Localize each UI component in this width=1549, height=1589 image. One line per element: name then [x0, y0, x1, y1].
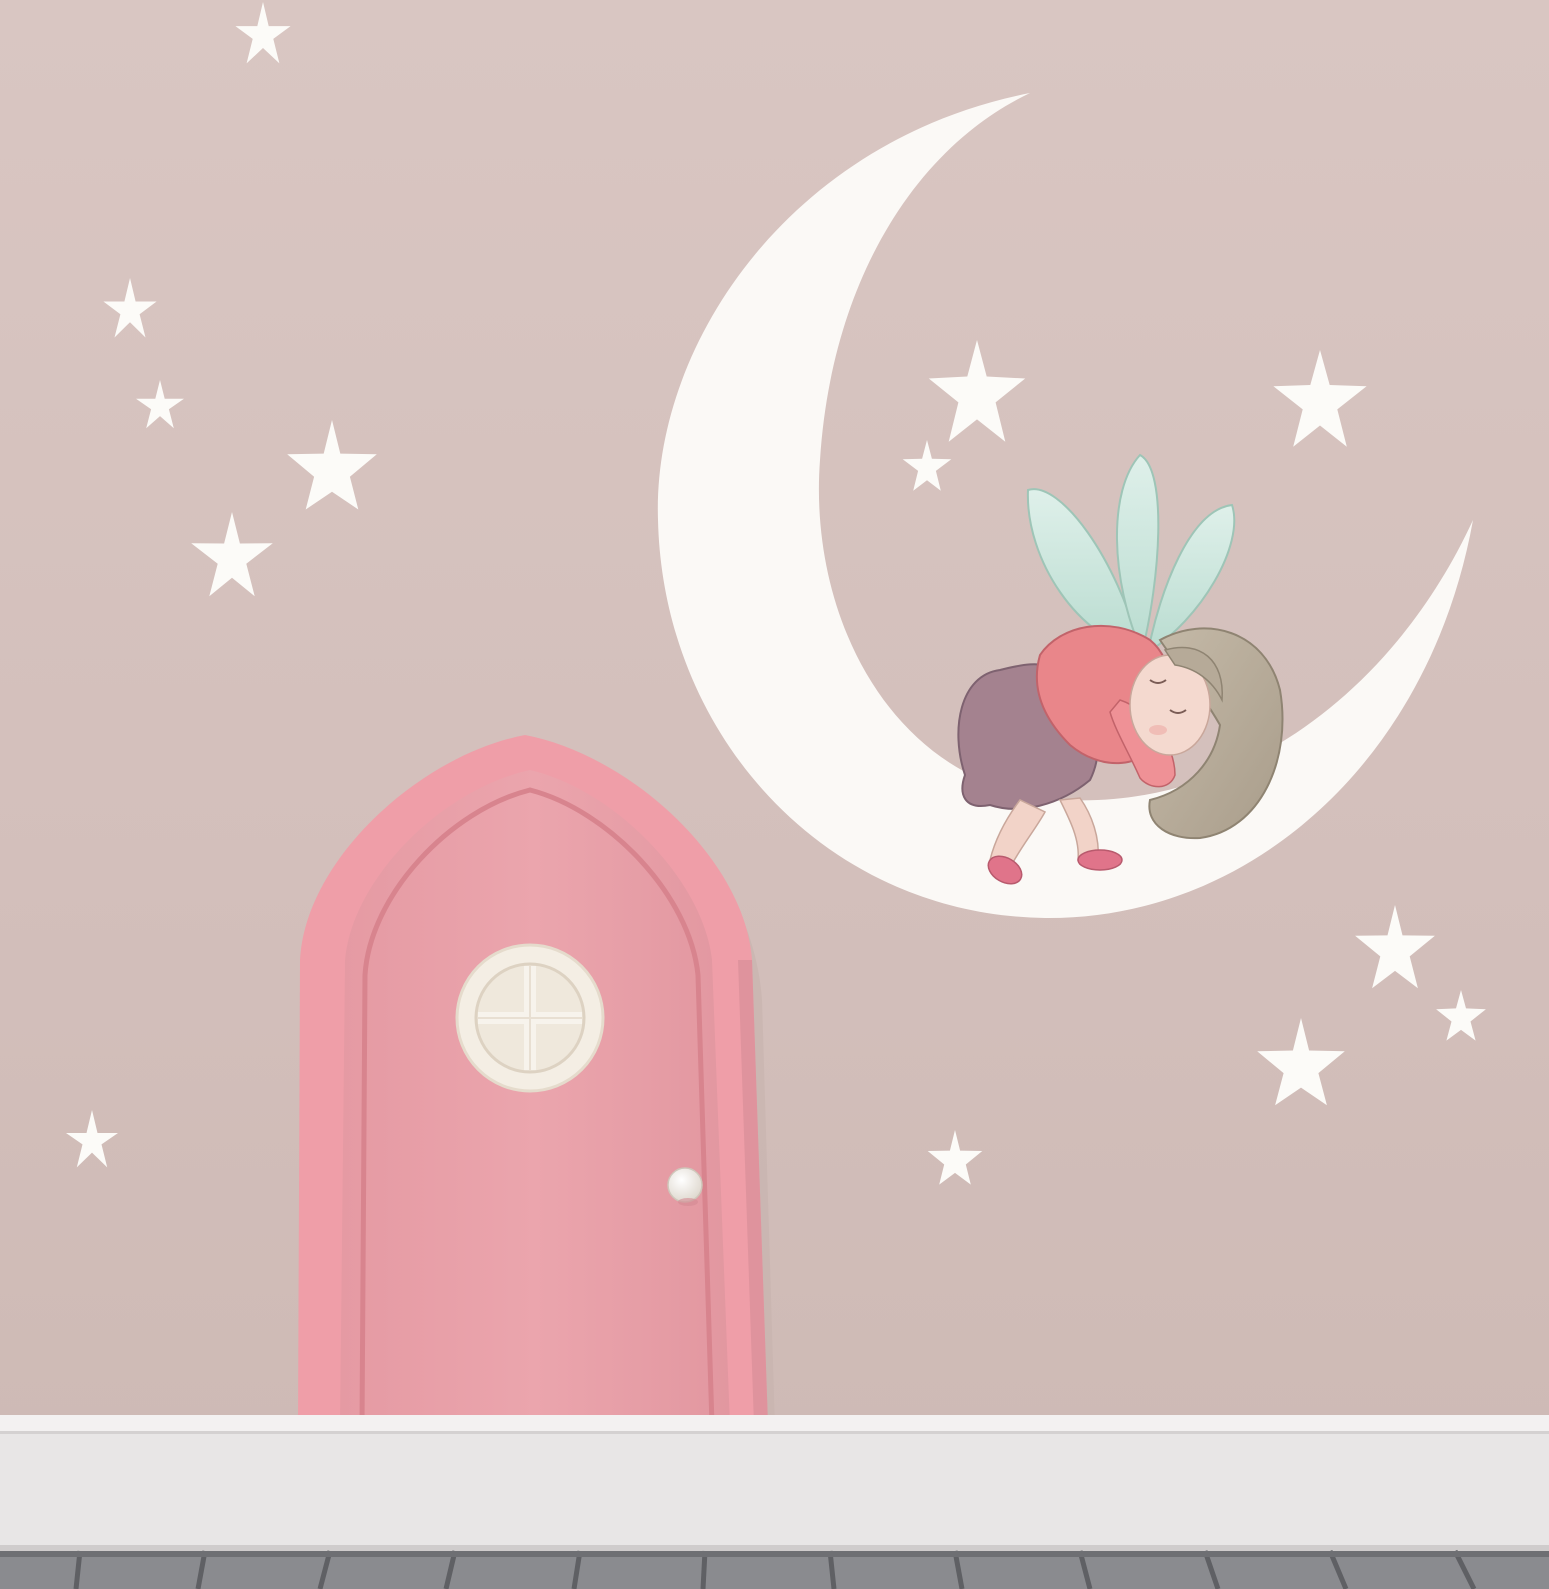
fairy-shoe	[1077, 849, 1123, 871]
star-icon	[928, 340, 1026, 442]
star-icon	[902, 440, 952, 491]
star-icon	[1355, 905, 1435, 989]
star-icon	[287, 420, 377, 510]
star-icon	[103, 278, 157, 338]
star-icon	[1436, 990, 1486, 1041]
star-icon	[191, 512, 273, 597]
star-icon	[1273, 350, 1367, 447]
star-icon	[66, 1110, 118, 1168]
nursery-scene	[0, 0, 1549, 1589]
star-icon	[1257, 1018, 1345, 1106]
star-icon	[927, 1130, 983, 1185]
door-knob	[667, 1167, 703, 1203]
fairy-cheek	[1149, 725, 1167, 735]
baseboard	[0, 1415, 1549, 1551]
round-window	[455, 943, 605, 1093]
star-icon	[235, 2, 291, 64]
door-panel	[340, 770, 730, 1425]
floorboards	[0, 1549, 1549, 1589]
star-icon	[136, 380, 184, 429]
scene-illustration	[0, 2, 1549, 1589]
fairy-door	[298, 735, 775, 1430]
